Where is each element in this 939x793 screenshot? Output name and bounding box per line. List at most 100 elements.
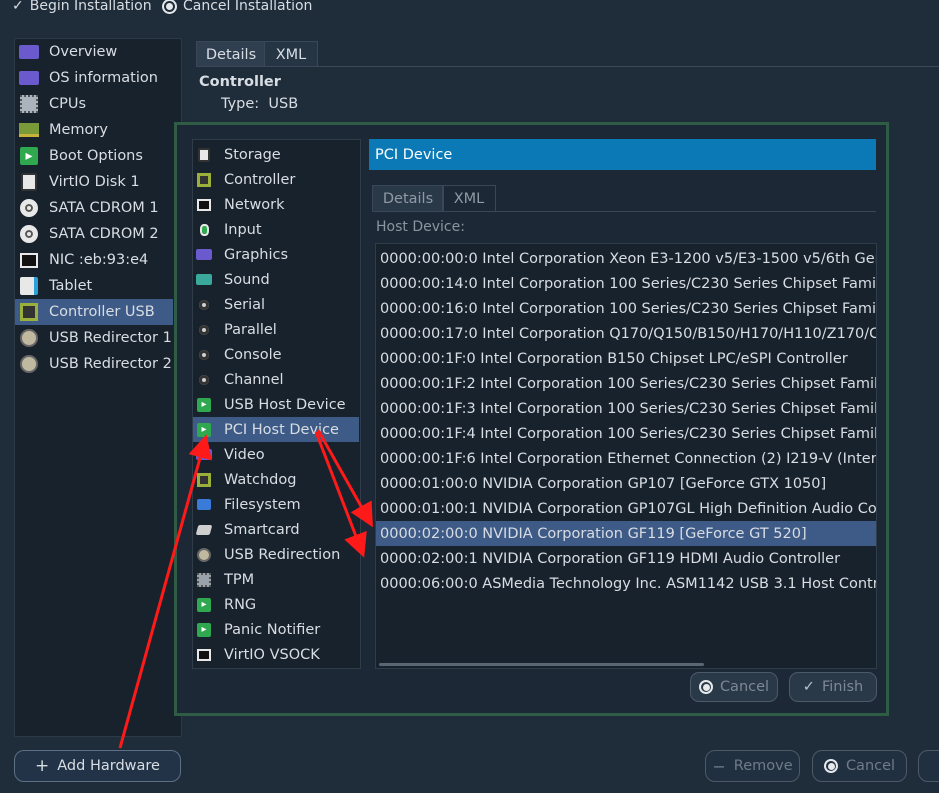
host-device-row[interactable]: 0000:02:00:1 NVIDIA Corporation GF119 HD… <box>376 546 876 571</box>
graphics-icon <box>196 247 212 263</box>
host-device-row[interactable]: 0000:00:16:0 Intel Corporation 100 Serie… <box>376 296 876 321</box>
hardware-type-label: Sound <box>224 271 270 288</box>
hardware-type-item[interactable]: Network <box>193 192 359 217</box>
network-icon <box>196 197 212 213</box>
hardware-type-label: Input <box>224 221 262 238</box>
cancel-circle-icon <box>698 680 713 694</box>
sidebar-item[interactable]: ▸ Boot Options <box>15 143 173 169</box>
hardware-type-label: Serial <box>224 296 266 313</box>
hardware-type-label: Graphics <box>224 246 289 263</box>
dialog-tab-xml-label: XML <box>453 191 485 207</box>
host-device-row[interactable]: 0000:00:1F:6 Intel Corporation Ethernet … <box>376 446 876 471</box>
host-device-row[interactable]: 0000:00:14:0 Intel Corporation 100 Serie… <box>376 271 876 296</box>
sidebar-item-label: Memory <box>49 122 108 138</box>
hardware-type-item[interactable]: ▸ Panic Notifier <box>193 617 359 642</box>
hardware-type-item[interactable]: Graphics <box>193 242 359 267</box>
sidebar-item[interactable]: NIC :eb:93:e4 <box>15 247 173 273</box>
hardware-type-item[interactable]: TPM <box>193 567 359 592</box>
dialog-cancel-button[interactable]: Cancel <box>690 672 778 702</box>
controller-heading: Controller <box>199 74 281 90</box>
begin-installation-button[interactable]: ✓ Begin Installation <box>12 0 152 14</box>
sidebar-item-label: OS information <box>49 70 158 86</box>
sidebar-item[interactable]: USB Redirector 2 <box>15 351 173 377</box>
checkmark-icon: ✓ <box>12 0 24 14</box>
hardware-type-item[interactable]: USB Redirection <box>193 542 359 567</box>
sidebar-item[interactable]: OS information <box>15 65 173 91</box>
sidebar-item[interactable]: Overview <box>15 39 173 65</box>
sidebar-item[interactable]: Controller USB <box>15 299 173 325</box>
host-device-row[interactable]: 0000:00:1F:2 Intel Corporation 100 Serie… <box>376 371 876 396</box>
usb-redirector-icon <box>19 328 39 348</box>
finish-label: Finish <box>821 679 864 695</box>
hardware-type-label: VirtIO VSOCK <box>224 646 320 663</box>
hardware-type-item[interactable]: ▸ PCI Host Device <box>193 417 359 442</box>
cancel-circle-icon <box>823 759 838 773</box>
tab-xml[interactable]: XML <box>264 41 318 67</box>
host-device-row[interactable]: 0000:00:1F:4 Intel Corporation 100 Serie… <box>376 421 876 446</box>
host-device-row[interactable]: 0000:06:00:0 ASMedia Technology Inc. ASM… <box>376 571 876 596</box>
hardware-type-item[interactable]: Storage <box>193 142 359 167</box>
sidebar-item-label: NIC :eb:93:e4 <box>49 252 149 268</box>
hardware-type-label: PCI Host Device <box>224 421 339 438</box>
begin-installation-label: Begin Installation <box>29 0 152 14</box>
video-icon <box>196 447 212 463</box>
hardware-type-item[interactable]: Filesystem <box>193 492 359 517</box>
hardware-type-item[interactable]: Sound <box>193 267 359 292</box>
hardware-type-item[interactable]: Channel <box>193 367 359 392</box>
host-device-row[interactable]: 0000:00:1F:0 Intel Corporation B150 Chip… <box>376 346 876 371</box>
dialog-tab-divider <box>372 211 876 212</box>
cancel-installation-button[interactable]: Cancel Installation <box>162 0 312 14</box>
sidebar-item-label: VirtIO Disk 1 <box>49 174 140 190</box>
hardware-type-item[interactable]: Controller <box>193 167 359 192</box>
hardware-type-item[interactable]: Console <box>193 342 359 367</box>
hardware-type-item[interactable]: Input <box>193 217 359 242</box>
cancel-button[interactable]: Cancel <box>812 750 907 782</box>
sidebar-item-label: SATA CDROM 2 <box>49 226 159 242</box>
pci-device-title: PCI Device <box>369 139 876 170</box>
hardware-type-label: TPM <box>224 571 255 588</box>
cancel-label: Cancel <box>845 758 896 774</box>
hardware-type-item[interactable]: VirtIO VSOCK <box>193 642 359 667</box>
hardware-sidebar: Overview OS information CPUs Memory ▸ Boot Op… <box>14 38 182 737</box>
hardware-type-item[interactable]: Serial <box>193 292 359 317</box>
hardware-type-item[interactable]: ▸ RNG <box>193 592 359 617</box>
serial-icon <box>196 297 212 313</box>
sidebar-item[interactable]: USB Redirector 1 <box>15 325 173 351</box>
apply-button-partial[interactable] <box>918 750 939 782</box>
host-device-row[interactable]: 0000:01:00:1 NVIDIA Corporation GP107GL … <box>376 496 876 521</box>
pci-host-icon: ▸ <box>196 422 212 438</box>
hardware-type-item[interactable]: Smartcard <box>193 517 359 542</box>
sidebar-item[interactable]: Memory <box>15 117 173 143</box>
sidebar-item[interactable]: Tablet <box>15 273 173 299</box>
controller-icon <box>196 172 212 188</box>
usb-host-icon: ▸ <box>196 397 212 413</box>
hardware-type-item[interactable]: Watchdog <box>193 467 359 492</box>
horizontal-scrollbar[interactable] <box>379 663 704 666</box>
sidebar-item[interactable]: SATA CDROM 2 <box>15 221 173 247</box>
hardware-type-item[interactable]: Video <box>193 442 359 467</box>
add-hardware-dialog: Storage Controller Network Input Graphics Sou… <box>174 122 889 716</box>
remove-button[interactable]: − Remove <box>705 750 800 782</box>
dialog-tab-details[interactable]: Details <box>372 185 444 212</box>
sidebar-item-label: USB Redirector 2 <box>49 356 172 372</box>
sidebar-item[interactable]: SATA CDROM 1 <box>15 195 173 221</box>
sidebar-item-label: CPUs <box>49 96 87 112</box>
hardware-type-item[interactable]: Parallel <box>193 317 359 342</box>
finish-button[interactable]: ✓ Finish <box>789 672 877 702</box>
sidebar-item-label: Tablet <box>49 278 93 294</box>
hardware-type-label: Channel <box>224 371 284 388</box>
host-device-list[interactable]: 0000:06:00:0 ASMedia Technology Inc. ASM… <box>375 243 877 669</box>
host-device-row[interactable]: 0000:01:00:0 NVIDIA Corporation GP107 [G… <box>376 471 876 496</box>
host-device-row[interactable]: 0000:00:17:0 Intel Corporation Q170/Q150… <box>376 321 876 346</box>
dialog-tab-xml[interactable]: XML <box>442 185 496 212</box>
sidebar-item[interactable]: CPUs <box>15 91 173 117</box>
hardware-type-item[interactable]: ▸ USB Host Device <box>193 392 359 417</box>
host-device-row[interactable]: 0000:00:00:0 Intel Corporation Xeon E3-1… <box>376 246 876 271</box>
host-device-row[interactable]: 0000:00:1F:3 Intel Corporation 100 Serie… <box>376 396 876 421</box>
sidebar-item[interactable]: VirtIO Disk 1 <box>15 169 173 195</box>
monitor-icon <box>19 42 39 62</box>
host-device-row[interactable]: 0000:02:00:0 NVIDIA Corporation GF119 [G… <box>376 521 876 546</box>
tab-details[interactable]: Details <box>196 41 266 67</box>
add-hardware-button[interactable]: + Add Hardware <box>14 750 181 782</box>
channel-icon <box>196 372 212 388</box>
